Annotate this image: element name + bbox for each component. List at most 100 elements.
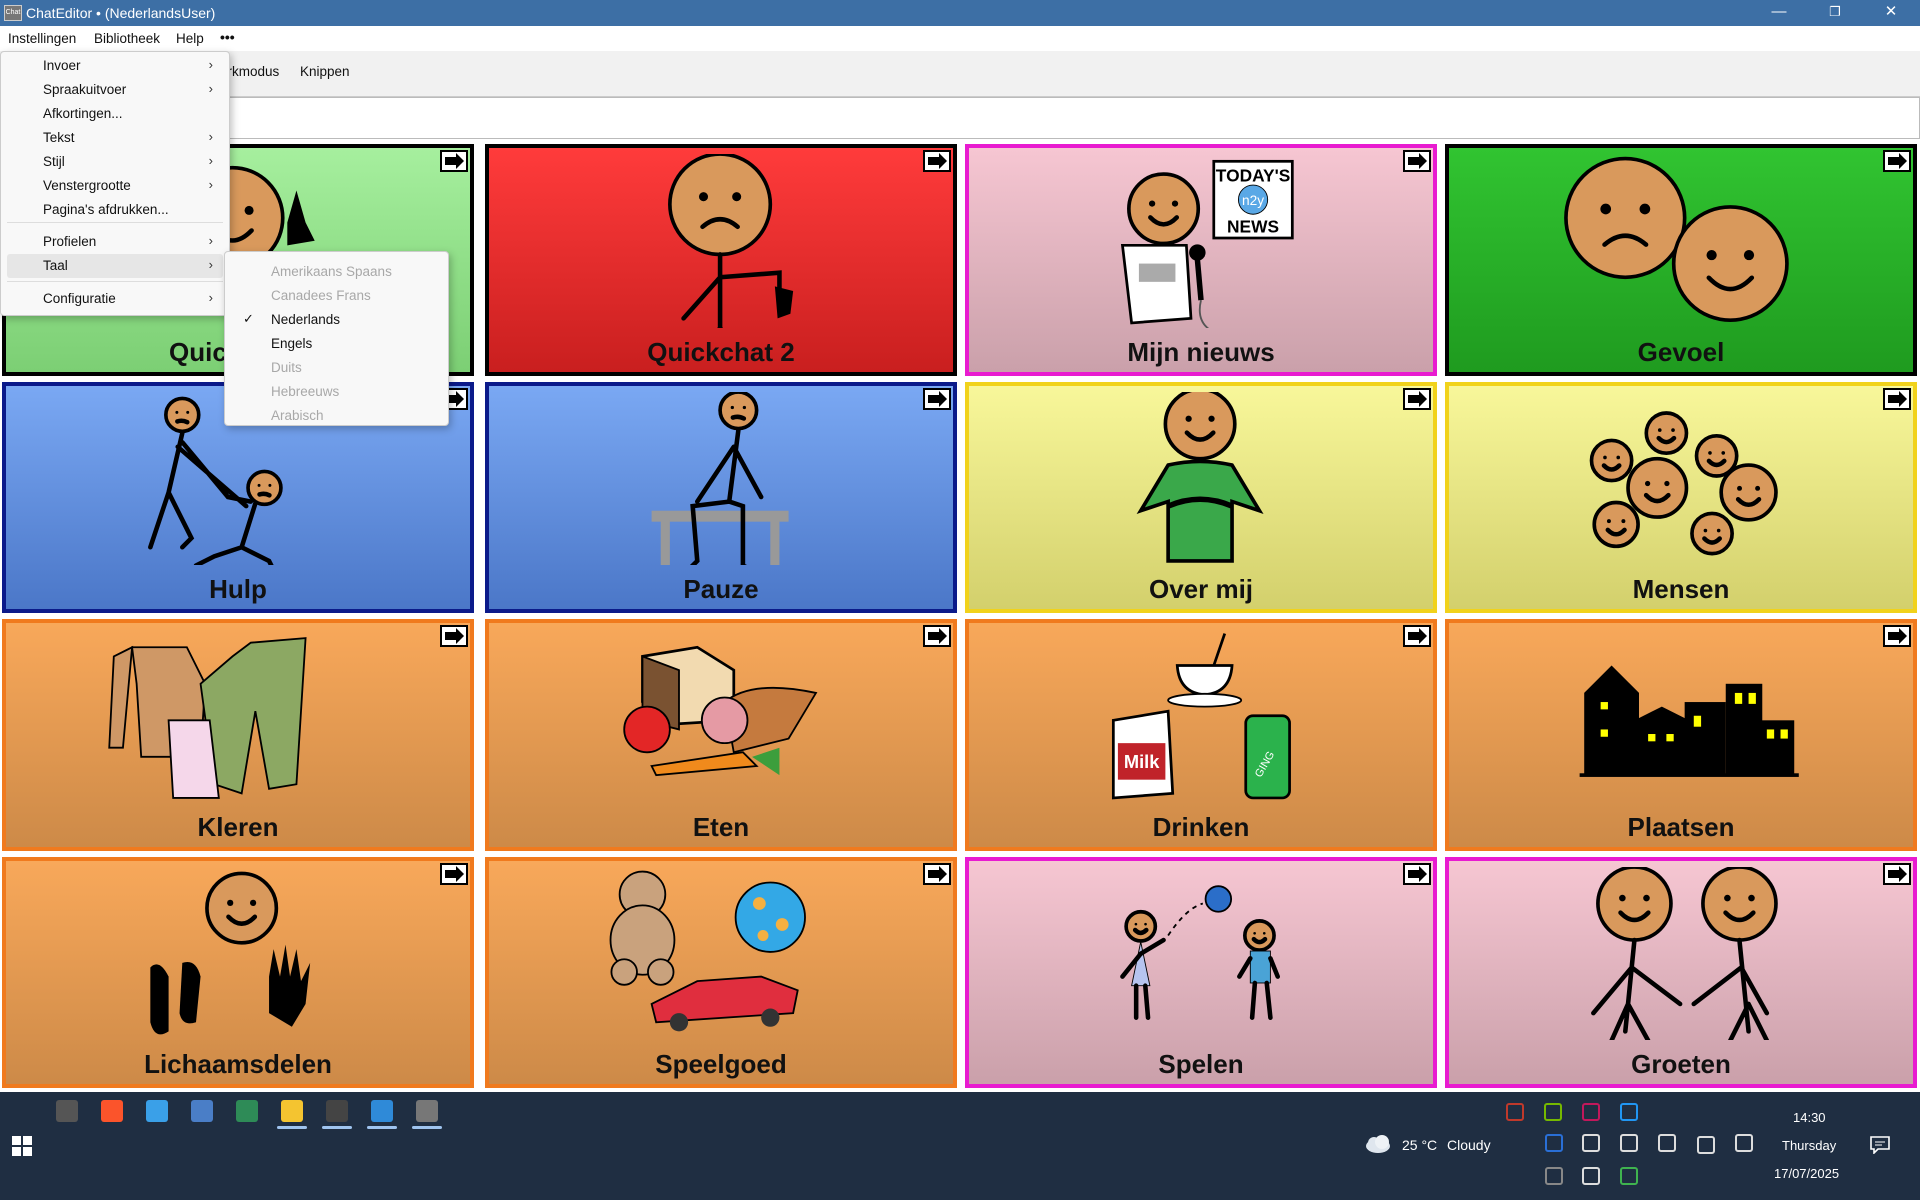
sitting-person-icon xyxy=(489,391,953,565)
cut-button[interactable]: Knippen xyxy=(300,64,350,79)
toys-icon xyxy=(489,867,953,1041)
navigate-arrow-icon[interactable] xyxy=(1403,387,1431,410)
language-option-hebreeuws: Hebreeuws xyxy=(231,380,441,404)
nvidia-icon[interactable] xyxy=(1544,1103,1562,1121)
menu-bibliotheek[interactable]: Bibliotheek xyxy=(94,31,160,46)
running-indicator xyxy=(277,1126,307,1129)
minimize-button[interactable]: — xyxy=(1756,0,1802,26)
brave-icon[interactable] xyxy=(101,1100,123,1122)
grid-cell-speelgoed[interactable]: Speelgoed xyxy=(485,856,957,1088)
h-icon[interactable] xyxy=(1620,1167,1638,1185)
clock-date[interactable]: 17/07/2025 xyxy=(1774,1166,1839,1181)
settings-icon[interactable] xyxy=(1735,1134,1753,1152)
navigate-arrow-icon[interactable] xyxy=(1883,862,1911,885)
navigate-arrow-icon[interactable] xyxy=(1403,150,1431,172)
file-explorer-icon[interactable] xyxy=(281,1100,303,1122)
menu-item-invoer[interactable]: Invoer › xyxy=(7,54,223,78)
handshake-icon xyxy=(1449,866,1913,1040)
svg-text:TODAY'S: TODAY'S xyxy=(1216,165,1291,185)
grid-cell-drinken[interactable]: Milk GING Drinken xyxy=(965,619,1437,851)
navigate-arrow-icon[interactable] xyxy=(1883,387,1911,410)
bluetooth-icon[interactable] xyxy=(1620,1103,1638,1121)
pen-icon[interactable] xyxy=(1658,1134,1676,1152)
grid-cell-lichaamsdelen[interactable]: Lichaamsdelen xyxy=(2,856,474,1088)
chateditor-icon[interactable] xyxy=(416,1100,438,1122)
menu-item-configuratie[interactable]: Configuratie › xyxy=(7,287,223,311)
navigate-arrow-icon[interactable] xyxy=(1403,625,1431,647)
toolbar: erkmodus Knippen xyxy=(0,51,1920,97)
language-option-engels[interactable]: Engels xyxy=(231,332,441,356)
grid-cell-groeten[interactable]: Groeten xyxy=(1445,856,1917,1088)
menu-item-label: Venstergrootte xyxy=(43,178,131,193)
menu-item-label: Profielen xyxy=(43,234,97,249)
language-option-label: Nederlands xyxy=(271,312,341,327)
cell-label-text: Kleren xyxy=(197,811,279,842)
weather-condition[interactable]: Cloudy xyxy=(1447,1137,1491,1153)
cell-label-text: Quic xyxy=(169,336,227,367)
menu-item-pagina-s-afdrukken[interactable]: Pagina's afdrukken... xyxy=(7,198,223,222)
grid-cell-quickchat-2[interactable]: Quickchat 2 xyxy=(485,144,957,376)
r-icon[interactable] xyxy=(1545,1134,1563,1152)
grid-cell-over-mij[interactable]: Over mij xyxy=(965,381,1437,613)
remote-desktop-icon[interactable] xyxy=(146,1100,168,1122)
chevron-right-icon: › xyxy=(208,153,213,168)
menu-item-afkortingen[interactable]: Afkortingen... xyxy=(7,102,223,126)
grid-cell-mensen[interactable]: Mensen xyxy=(1445,381,1917,613)
photos-icon[interactable] xyxy=(191,1100,213,1122)
grid-cell-gevoel[interactable]: Gevoel xyxy=(1445,144,1917,376)
grid-cell-plaatsen[interactable]: Plaatsen xyxy=(1445,619,1917,851)
navigate-arrow-icon[interactable] xyxy=(923,625,951,647)
terminal-icon[interactable] xyxy=(326,1100,348,1122)
navigate-arrow-icon[interactable] xyxy=(923,150,951,172)
cell-label: Lichaamsdelen xyxy=(6,1049,470,1080)
cell-label: Mensen xyxy=(1449,574,1913,605)
windows-start-icon[interactable] xyxy=(12,1136,32,1156)
headset-icon[interactable] xyxy=(1582,1167,1600,1185)
menu-item-venstergrootte[interactable]: Venstergrootte › xyxy=(7,174,223,198)
navigate-arrow-icon[interactable] xyxy=(440,150,468,172)
navigate-arrow-icon[interactable] xyxy=(1883,150,1911,172)
notifications-icon[interactable] xyxy=(1870,1136,1890,1155)
menu-instellingen[interactable]: Instellingen xyxy=(8,31,76,46)
grid-cell-eten[interactable]: Eten xyxy=(485,619,957,851)
steam-icon[interactable] xyxy=(56,1100,78,1122)
navigate-arrow-icon[interactable] xyxy=(440,862,468,885)
menu-item-label: Afkortingen... xyxy=(43,106,123,121)
maximize-button[interactable]: ❐ xyxy=(1812,0,1858,26)
clock-time[interactable]: 14:30 xyxy=(1793,1110,1826,1125)
menu-item-spraakuitvoer[interactable]: Spraakuitvoer › xyxy=(7,78,223,102)
keyboard-icon[interactable] xyxy=(1697,1136,1715,1154)
notepad-icon[interactable] xyxy=(236,1100,258,1122)
menu-item-taal[interactable]: Taal › xyxy=(7,254,223,278)
cell-label-text: Plaatsen xyxy=(1627,811,1735,842)
clothes-icon xyxy=(6,629,470,803)
vscode-icon[interactable] xyxy=(371,1100,393,1122)
language-option-nederlands[interactable]: ✓ Nederlands xyxy=(231,308,441,332)
menu-separator xyxy=(7,281,223,282)
clock-day[interactable]: Thursday xyxy=(1782,1138,1836,1153)
navigate-arrow-icon[interactable] xyxy=(923,387,951,410)
volume-icon[interactable] xyxy=(1582,1134,1600,1152)
navigate-arrow-icon[interactable] xyxy=(923,862,951,885)
feelings-faces-icon xyxy=(1449,154,1913,328)
battery-icon[interactable] xyxy=(1620,1134,1638,1152)
tray-red-icon[interactable] xyxy=(1582,1103,1600,1121)
grid-cell-spelen[interactable]: Spelen xyxy=(965,856,1437,1088)
close-button[interactable]: ✕ xyxy=(1868,0,1914,26)
cell-label: Eten xyxy=(489,812,953,843)
grid-cell-pauze[interactable]: Pauze xyxy=(485,381,957,613)
menu-item-stijl[interactable]: Stijl › xyxy=(7,150,223,174)
grid-cell-kleren[interactable]: Kleren xyxy=(2,619,474,851)
grid-cell-mijn-nieuws[interactable]: TODAY'S n2y NEWS Mijn nieuws xyxy=(965,144,1437,376)
navigate-arrow-icon[interactable] xyxy=(1403,862,1431,885)
message-text-line[interactable] xyxy=(0,97,1920,139)
menu-item-tekst[interactable]: Tekst › xyxy=(7,126,223,150)
wifi-icon[interactable] xyxy=(1545,1167,1563,1185)
menu-help[interactable]: Help xyxy=(176,31,204,46)
menu-item-profielen[interactable]: Profielen › xyxy=(7,230,223,254)
navigate-arrow-icon[interactable] xyxy=(1883,625,1911,647)
weather-temp[interactable]: 25 °C xyxy=(1402,1137,1437,1153)
menu-more-icon[interactable]: ••• xyxy=(220,29,235,45)
tray-app-icon[interactable] xyxy=(1506,1103,1524,1121)
navigate-arrow-icon[interactable] xyxy=(440,625,468,647)
